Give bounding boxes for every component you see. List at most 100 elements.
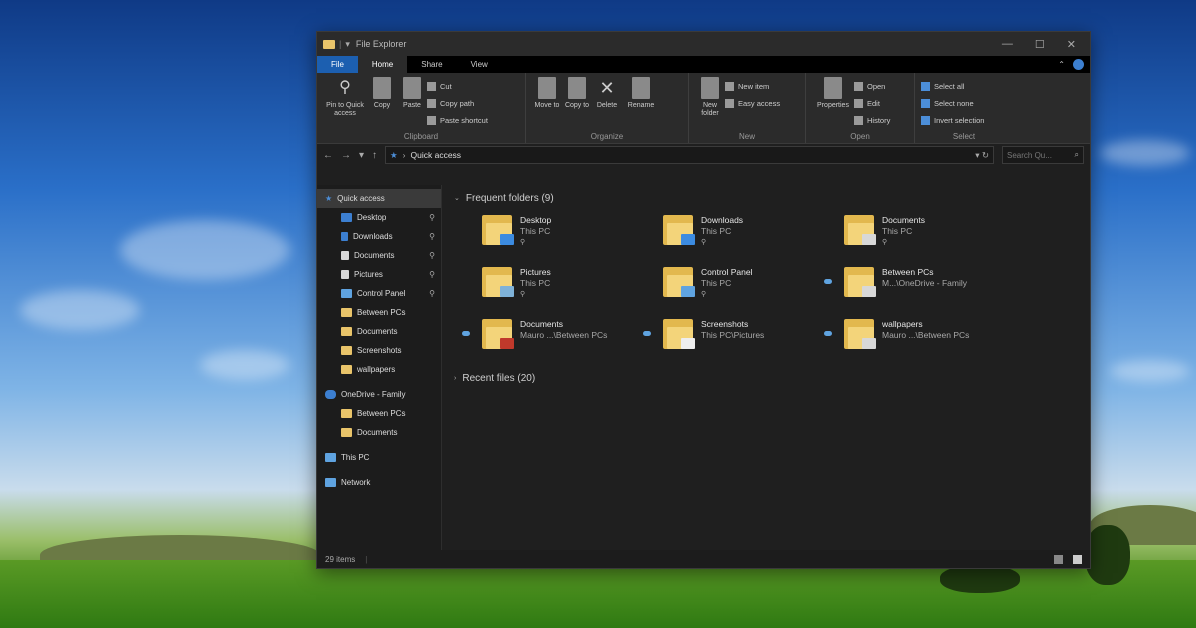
open-icon (854, 81, 863, 91)
nav-onedrive[interactable]: OneDrive - Family (317, 385, 441, 404)
paste-shortcut-button[interactable]: Paste shortcut (427, 113, 488, 127)
collapse-ribbon-icon[interactable]: ⌃ (1058, 60, 1065, 69)
close-button[interactable]: ✕ (1067, 38, 1076, 51)
group-label: New (738, 132, 755, 141)
minimize-button[interactable]: — (1002, 38, 1013, 51)
folder-location: This PC (882, 226, 913, 236)
title-bar[interactable]: | ▾ File Explorer — ☐ ✕ (317, 32, 1090, 56)
nav-onedrive-between-pcs[interactable]: Between PCs (317, 404, 441, 423)
pin-icon: ⚲ (701, 291, 707, 298)
pin-quick-access-button[interactable]: ⚲ Pin to Quick access (323, 77, 367, 129)
paste-button[interactable]: Paste (397, 77, 427, 129)
details-view-icon[interactable] (1054, 554, 1063, 564)
qat-separator: | (339, 39, 342, 49)
folder-icon (341, 428, 352, 437)
folder-name: wallpapers (882, 319, 923, 329)
invert-selection-button[interactable]: Invert selection (921, 113, 984, 127)
move-to-button[interactable]: Move to (532, 77, 562, 129)
content-pane: ⌄ Frequent folders (9) Desktop This PC ⚲ Do… (442, 185, 1090, 550)
new-item-button[interactable]: New item (725, 79, 780, 93)
pin-icon: ⚲ (429, 251, 435, 260)
folder-tile[interactable]: Downloads This PC ⚲ (663, 213, 844, 253)
folder-tile[interactable]: Pictures This PC ⚲ (482, 265, 663, 305)
folder-name: Documents (520, 319, 563, 329)
rename-button[interactable]: Rename (622, 77, 660, 129)
edit-icon (854, 98, 863, 108)
search-placeholder: Search Qu... (1007, 150, 1052, 160)
folder-name: Documents (882, 215, 925, 225)
forward-arrow-icon[interactable]: → (341, 150, 351, 161)
help-icon[interactable] (1073, 59, 1084, 70)
nav-quick-access[interactable]: ★ Quick access (317, 189, 441, 208)
edit-button[interactable]: Edit (854, 96, 890, 110)
frequent-folders-header[interactable]: ⌄ Frequent folders (9) (454, 191, 1078, 205)
copy-button[interactable]: Copy (367, 77, 397, 129)
new-folder-button[interactable]: New folder (695, 77, 725, 129)
pin-icon: ⚲ (520, 291, 526, 298)
nav-item-documents[interactable]: Documents ⚲ (317, 246, 441, 265)
nav-item-wallpapers[interactable]: wallpapers (317, 360, 441, 379)
nav-item-desktop[interactable]: Desktop ⚲ (317, 208, 441, 227)
select-all-button[interactable]: Select all (921, 79, 984, 93)
up-arrow-icon[interactable]: ↑ (372, 150, 377, 161)
tab-share[interactable]: Share (407, 56, 456, 73)
folder-icon (341, 365, 352, 374)
nav-item-documents-2[interactable]: Documents (317, 322, 441, 341)
wallpaper-cloud (1110, 360, 1190, 382)
back-arrow-icon[interactable]: ← (323, 150, 333, 161)
history-button[interactable]: History (854, 113, 890, 127)
open-button[interactable]: Open (854, 79, 890, 93)
select-none-icon (921, 98, 930, 108)
nav-onedrive-documents[interactable]: Documents (317, 423, 441, 442)
select-group: Select all Select none Invert selection … (915, 73, 1013, 143)
cut-button[interactable]: Cut (427, 79, 488, 93)
wallpaper-tree (1085, 525, 1130, 585)
folder-tile[interactable]: Between PCs M...\OneDrive - Family (824, 265, 1025, 305)
recent-locations-icon[interactable]: ▾ (359, 150, 364, 161)
select-none-button[interactable]: Select none (921, 96, 984, 110)
copy-to-button[interactable]: Copy to (562, 77, 592, 129)
folder-location: Mauro ...\Between PCs (882, 330, 970, 340)
folder-tile[interactable]: Screenshots This PC\Pictures (643, 317, 844, 357)
delete-icon: ✕ (599, 78, 615, 98)
pictures-icon (341, 270, 349, 279)
tab-view[interactable]: View (457, 56, 502, 73)
pin-icon: ⚲ (429, 270, 435, 279)
folder-name: Control Panel (701, 267, 753, 277)
group-label: Select (952, 132, 976, 141)
qat-dropdown-icon[interactable]: ▾ (345, 39, 350, 50)
invert-selection-icon (921, 115, 930, 125)
tab-home[interactable]: Home (357, 56, 408, 73)
properties-icon (824, 77, 842, 99)
nav-item-downloads[interactable]: Downloads ⚲ (317, 227, 441, 246)
wallpaper-cloud (200, 350, 290, 380)
folder-tile[interactable]: Desktop This PC ⚲ (482, 213, 663, 253)
folder-icon (663, 213, 695, 247)
large-icons-view-icon[interactable] (1073, 554, 1082, 564)
properties-button[interactable]: Properties (812, 77, 854, 129)
folder-tile[interactable]: Documents Mauro ...\Between PCs (462, 317, 663, 357)
tab-file[interactable]: File (317, 56, 358, 73)
copy-icon (373, 77, 391, 99)
nav-this-pc[interactable]: This PC (317, 448, 441, 467)
group-label: Organize (590, 132, 624, 141)
cloud-sync-icon (643, 331, 651, 336)
folder-name: Downloads (701, 215, 744, 225)
easy-access-button[interactable]: Easy access (725, 96, 780, 110)
address-dropdown-icon[interactable]: ▾ ↻ (975, 150, 989, 161)
folder-tile[interactable]: Documents This PC ⚲ (844, 213, 1025, 253)
nav-item-between-pcs[interactable]: Between PCs (317, 303, 441, 322)
search-input[interactable]: Search Qu... ⌕ (1002, 146, 1084, 164)
nav-item-control-panel[interactable]: Control Panel ⚲ (317, 284, 441, 303)
delete-button[interactable]: ✕ Delete (592, 77, 622, 129)
nav-network[interactable]: Network (317, 473, 441, 492)
folder-tile[interactable]: wallpapers Mauro ...\Between PCs (824, 317, 1025, 357)
copy-path-button[interactable]: Copy path (427, 96, 488, 110)
address-bar[interactable]: ★ › Quick access ▾ ↻ (385, 146, 994, 164)
maximize-button[interactable]: ☐ (1035, 38, 1045, 51)
nav-item-screenshots[interactable]: Screenshots (317, 341, 441, 360)
folder-icon (663, 317, 695, 351)
recent-files-header[interactable]: › Recent files (20) (454, 371, 1078, 385)
folder-tile[interactable]: Control Panel This PC ⚲ (663, 265, 844, 305)
nav-item-pictures[interactable]: Pictures ⚲ (317, 265, 441, 284)
